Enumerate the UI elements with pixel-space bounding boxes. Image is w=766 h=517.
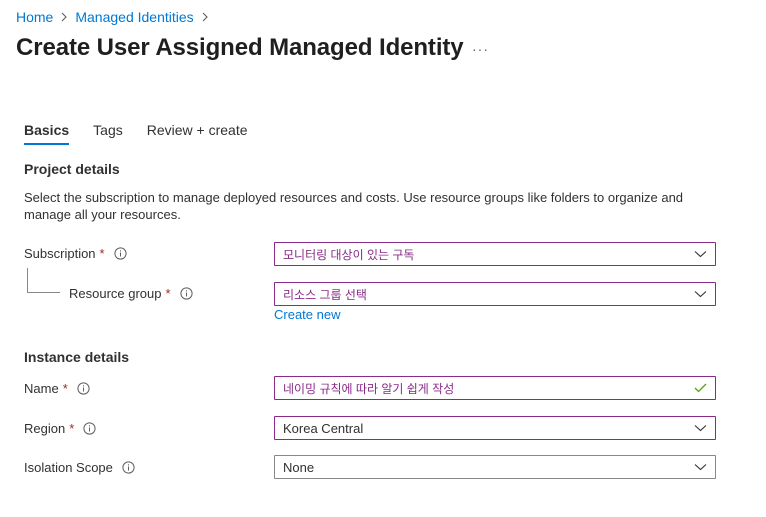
isolation-scope-value: None <box>283 459 315 475</box>
breadcrumb-home-link[interactable]: Home <box>16 9 53 25</box>
breadcrumb: Home Managed Identities <box>16 9 216 25</box>
chevron-down-icon <box>685 290 715 298</box>
resource-group-label: Resource group * <box>69 286 193 301</box>
subscription-dropdown[interactable]: 모니터링 대상이 있는 구독 <box>274 242 716 266</box>
required-asterisk: * <box>99 246 105 261</box>
more-options-button[interactable]: ··· <box>472 41 489 57</box>
chevron-down-icon <box>685 250 715 258</box>
chevron-down-icon <box>685 463 715 471</box>
subscription-value: 모니터링 대상이 있는 구독 <box>283 247 415 262</box>
chevron-right-icon <box>60 12 68 22</box>
subscription-label-text: Subscription <box>24 246 96 261</box>
required-asterisk: * <box>62 381 68 396</box>
region-label-text: Region <box>24 421 66 436</box>
info-icon[interactable] <box>114 247 127 260</box>
tree-connector-horizontal <box>27 292 60 293</box>
tab-bar: Basics Tags Review + create <box>24 122 272 145</box>
required-asterisk: * <box>69 421 75 436</box>
region-value: Korea Central <box>283 420 364 436</box>
tab-tags[interactable]: Tags <box>93 122 123 145</box>
chevron-down-icon <box>685 424 715 432</box>
page-title: Create User Assigned Managed Identity <box>16 34 464 61</box>
resource-group-label-text: Resource group <box>69 286 162 301</box>
name-input[interactable]: 네이밍 규칙에 따라 알기 쉽게 작성 <box>274 376 716 400</box>
tree-connector-vertical <box>27 268 28 292</box>
resource-group-value: 리소스 그룹 선택 <box>283 287 367 302</box>
isolation-scope-label: Isolation Scope <box>24 460 135 475</box>
region-dropdown[interactable]: Korea Central <box>274 416 716 440</box>
info-icon[interactable] <box>179 287 193 300</box>
info-icon[interactable] <box>77 382 90 395</box>
required-asterisk: * <box>165 286 171 301</box>
isolation-scope-dropdown[interactable]: None <box>274 455 716 479</box>
subscription-label: Subscription * <box>24 246 127 261</box>
tab-basics[interactable]: Basics <box>24 122 70 145</box>
resource-group-dropdown[interactable]: 리소스 그룹 선택 <box>274 282 716 306</box>
info-icon[interactable] <box>122 461 135 474</box>
project-details-heading: Project details <box>24 161 120 177</box>
name-value: 네이밍 규칙에 따라 알기 쉽게 작성 <box>283 381 455 396</box>
name-label-text: Name <box>24 381 59 396</box>
instance-details-heading: Instance details <box>24 349 130 365</box>
project-details-description: Select the subscription to manage deploy… <box>24 190 684 222</box>
tab-review-create[interactable]: Review + create <box>147 122 248 145</box>
name-label: Name * <box>24 381 90 396</box>
isolation-scope-label-text: Isolation Scope <box>24 460 113 475</box>
breadcrumb-managed-identities-link[interactable]: Managed Identities <box>75 9 193 25</box>
chevron-right-icon <box>201 12 209 22</box>
info-icon[interactable] <box>83 422 96 435</box>
checkmark-icon <box>685 383 715 393</box>
create-new-resource-group-link[interactable]: Create new <box>274 307 340 322</box>
region-label: Region * <box>24 421 96 436</box>
